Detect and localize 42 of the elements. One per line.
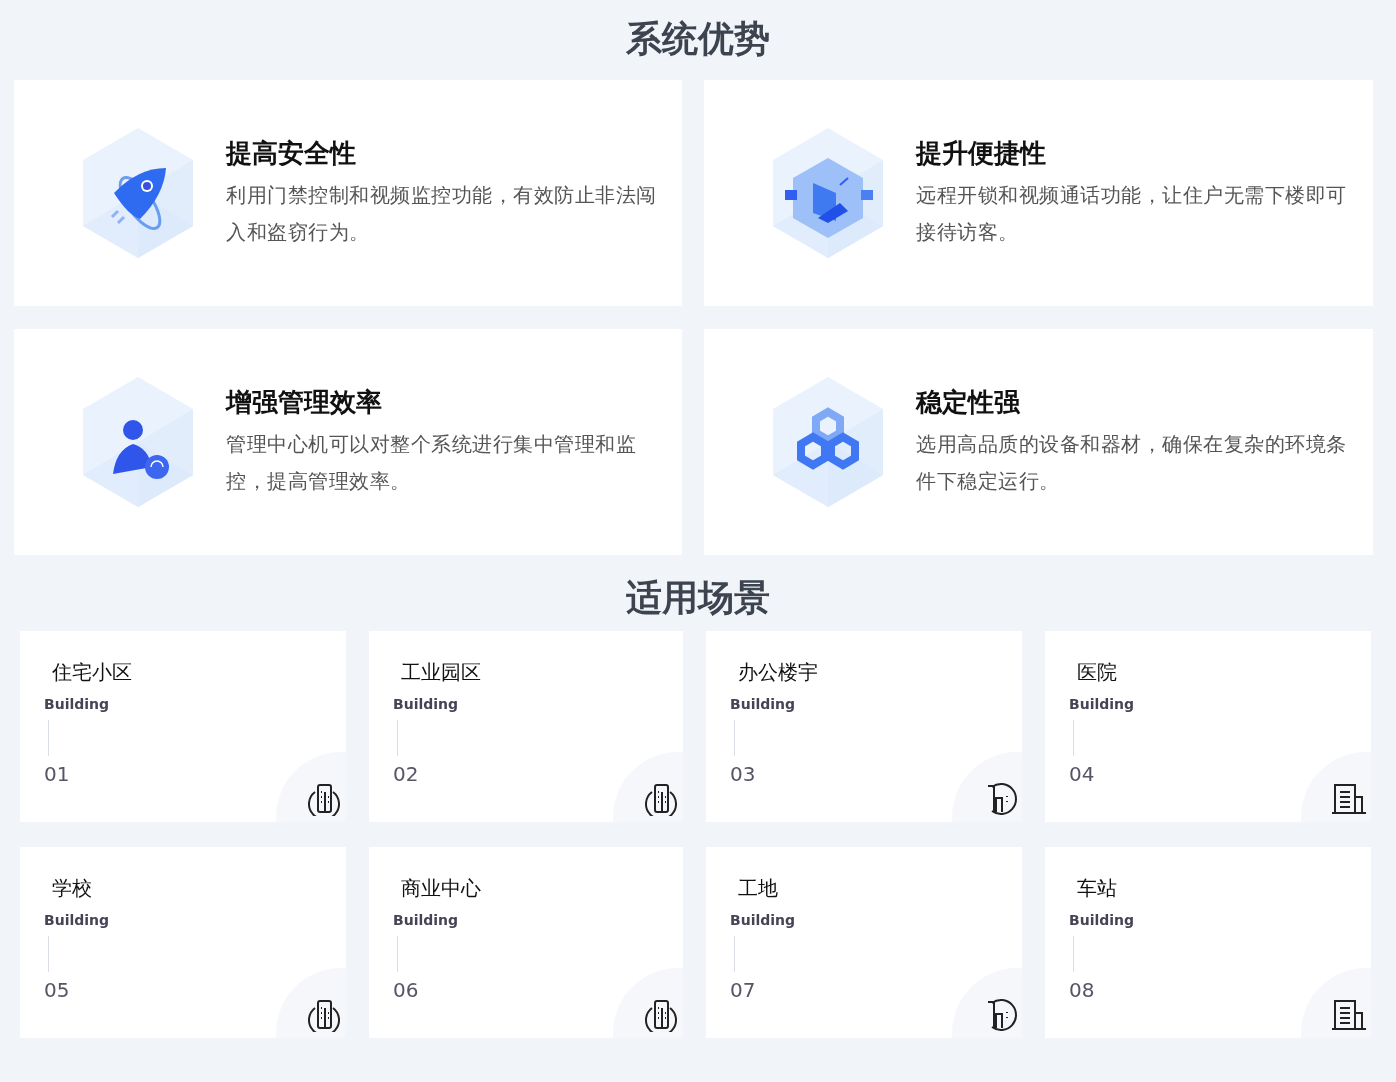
scenario-card[interactable]: 住宅小区 Building 01 (20, 631, 346, 822)
scenario-name: 办公楼宇 (737, 659, 819, 686)
scenario-name: 医院 (1076, 659, 1118, 686)
feature-description: 利用门禁控制和视频监控功能，有效防止非法闯入和盗窃行为。 (226, 181, 658, 246)
scenario-card[interactable]: 工地 Building 07 (706, 847, 1022, 1038)
feature-description: 远程开锁和视频通话功能，让住户无需下楼即可接待访客。 (916, 181, 1348, 246)
scenario-name: 住宅小区 (51, 659, 133, 686)
scenario-number: 04 (1069, 762, 1096, 786)
feature-title: 提升便捷性 (916, 136, 1047, 170)
scenario-number: 02 (393, 762, 420, 786)
scenario-subtitle: Building (730, 696, 797, 712)
scenario-number: 08 (1069, 978, 1096, 1002)
feature-title: 增强管理效率 (226, 385, 383, 419)
scenario-name: 商业中心 (400, 875, 482, 902)
scenario-card[interactable]: 商业中心 Building 06 (369, 847, 683, 1038)
scenario-number: 03 (730, 762, 757, 786)
scenario-subtitle: Building (1069, 696, 1136, 712)
scenario-card[interactable]: 办公楼宇 Building 03 (706, 631, 1022, 822)
section-title: 适用场景 (625, 576, 771, 620)
scenario-card[interactable]: 车站 Building 08 (1045, 847, 1371, 1038)
scenario-number: 06 (393, 978, 420, 1002)
section-title: 系统优势 (625, 17, 771, 61)
scenario-subtitle: Building (44, 696, 111, 712)
scenario-subtitle: Building (393, 912, 460, 928)
feature-title: 稳定性强 (916, 385, 1021, 419)
scenario-card[interactable]: 工业园区 Building 02 (369, 631, 683, 822)
scenario-name: 车站 (1076, 875, 1118, 902)
scenario-number: 07 (730, 978, 757, 1002)
feature-description: 管理中心机可以对整个系统进行集中管理和监控，提高管理效率。 (226, 430, 637, 495)
scenario-name: 工业园区 (400, 659, 482, 686)
scenario-subtitle: Building (44, 912, 111, 928)
scenario-name: 工地 (737, 875, 779, 902)
scenario-name: 学校 (51, 875, 93, 902)
scenario-subtitle: Building (393, 696, 460, 712)
scenario-number: 01 (44, 762, 71, 786)
scenario-number: 05 (44, 978, 71, 1002)
scenario-card[interactable]: 学校 Building 05 (20, 847, 346, 1038)
scenario-subtitle: Building (730, 912, 797, 928)
scenario-subtitle: Building (1069, 912, 1136, 928)
feature-description: 选用高品质的设备和器材，确保在复杂的环境条件下稳定运行。 (916, 430, 1348, 495)
feature-title: 提高安全性 (226, 136, 357, 170)
scenario-card[interactable]: 医院 Building 04 (1045, 631, 1371, 822)
